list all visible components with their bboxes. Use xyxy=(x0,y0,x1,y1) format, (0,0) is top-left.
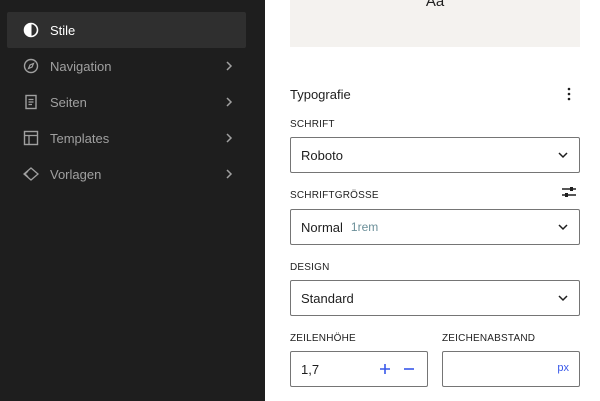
chevron-down-icon xyxy=(558,224,568,231)
design-value: Standard xyxy=(301,290,354,306)
layout-icon xyxy=(22,129,40,147)
sidebar-item-label: Vorlagen xyxy=(50,166,102,182)
font-size-value: Normal xyxy=(301,219,343,235)
sidebar-item-seiten[interactable]: Seiten xyxy=(7,84,246,120)
line-height-input[interactable]: 1,7 xyxy=(290,351,428,387)
sliders-icon[interactable] xyxy=(561,184,577,200)
sidebar: Stile Navigation Seiten Templates Vorlag… xyxy=(0,0,265,401)
chevron-right-icon xyxy=(226,169,233,179)
contrast-icon xyxy=(22,21,40,39)
symbol-icon xyxy=(22,165,40,183)
sidebar-item-label: Navigation xyxy=(50,58,112,74)
chevron-right-icon xyxy=(226,61,233,71)
line-height-label: ZEILENHÖHE xyxy=(290,333,356,344)
sidebar-item-label: Stile xyxy=(50,22,76,38)
styles-panel: Aa Typografie SCHRIFT Roboto SCHRIFTGRÖS… xyxy=(265,0,600,401)
font-size-label: SCHRIFTGRÖSSE xyxy=(290,190,379,201)
typography-preview: Aa xyxy=(290,0,580,47)
increment-button[interactable] xyxy=(377,361,393,377)
design-label: DESIGN xyxy=(290,262,330,273)
compass-icon xyxy=(22,57,40,75)
sidebar-item-label: Templates xyxy=(50,130,110,146)
font-label: SCHRIFT xyxy=(290,119,335,130)
chevron-right-icon xyxy=(226,97,233,107)
decrement-button[interactable] xyxy=(401,361,417,377)
line-height-value: 1,7 xyxy=(301,361,320,377)
more-options-icon[interactable] xyxy=(562,84,576,104)
sidebar-item-navigation[interactable]: Navigation xyxy=(7,48,246,84)
letter-spacing-input[interactable]: px xyxy=(442,351,580,387)
sidebar-item-label: Seiten xyxy=(50,94,87,110)
sidebar-item-templates[interactable]: Templates xyxy=(7,120,246,156)
page-icon xyxy=(22,93,40,111)
chevron-down-icon xyxy=(558,152,568,159)
sidebar-item-vorlagen[interactable]: Vorlagen xyxy=(7,156,246,192)
font-size-hint: 1rem xyxy=(350,220,379,234)
font-size-select[interactable]: Normal 1rem xyxy=(290,209,580,245)
preview-text: Aa xyxy=(425,0,445,10)
letter-spacing-label: ZEICHENABSTAND xyxy=(442,333,536,344)
unit-selector[interactable]: px xyxy=(557,362,569,374)
design-select[interactable]: Standard xyxy=(290,280,580,316)
chevron-right-icon xyxy=(226,133,233,143)
font-select[interactable]: Roboto xyxy=(290,137,580,173)
section-title: Typografie xyxy=(290,87,351,102)
chevron-down-icon xyxy=(558,295,568,302)
sidebar-item-stile[interactable]: Stile xyxy=(7,12,246,48)
font-value: Roboto xyxy=(301,147,343,163)
